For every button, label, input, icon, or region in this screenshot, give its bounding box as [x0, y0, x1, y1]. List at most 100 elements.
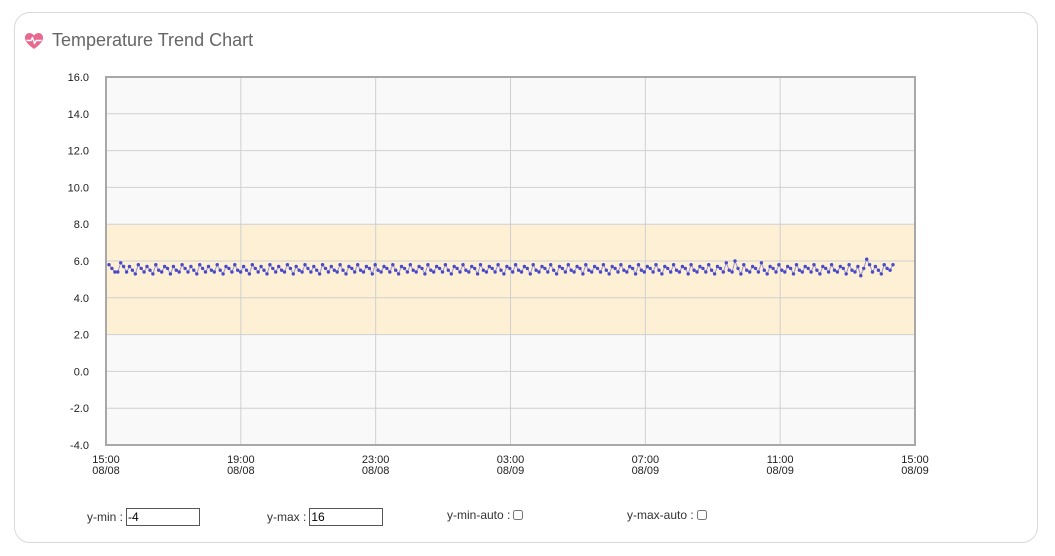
data-point — [876, 268, 881, 272]
data-point — [356, 263, 360, 267]
data-point — [543, 266, 547, 271]
ymax-label: y-max : — [267, 510, 307, 524]
data-point — [619, 263, 623, 267]
data-point — [718, 266, 723, 271]
ymax-input[interactable] — [309, 508, 384, 526]
ymin-auto-checkbox[interactable] — [513, 510, 524, 520]
data-point — [639, 268, 644, 272]
data-point — [151, 272, 155, 276]
data-point — [206, 264, 211, 269]
data-point — [411, 268, 415, 272]
data-point — [133, 272, 137, 276]
data-point — [437, 266, 442, 271]
x-tick-label-date: 08/09 — [766, 465, 794, 477]
data-point — [271, 266, 275, 271]
data-point — [794, 263, 799, 267]
data-point — [165, 266, 170, 271]
data-point — [361, 270, 366, 274]
data-point — [312, 264, 316, 269]
ymin-auto-control: y-min-auto : — [447, 508, 524, 522]
data-point — [189, 264, 193, 269]
ymax-auto-checkbox[interactable] — [696, 510, 707, 520]
data-point — [636, 263, 641, 267]
data-point — [739, 272, 743, 276]
data-point — [236, 268, 240, 272]
data-point — [745, 268, 749, 272]
data-point — [458, 270, 462, 274]
data-point — [402, 266, 407, 271]
data-point — [651, 270, 655, 274]
data-point — [490, 266, 494, 271]
data-point — [358, 268, 363, 272]
data-point — [642, 270, 646, 274]
data-point — [519, 270, 524, 274]
data-point — [338, 263, 342, 267]
data-point — [121, 264, 126, 269]
data-point — [186, 270, 190, 274]
data-point — [244, 268, 249, 272]
data-point — [803, 264, 807, 269]
data-point — [853, 270, 857, 274]
y-tick-label: 8.0 — [74, 219, 89, 231]
data-point — [315, 268, 319, 272]
data-point — [405, 270, 410, 274]
data-point — [446, 268, 450, 272]
data-point — [350, 266, 354, 271]
data-point — [203, 270, 208, 274]
data-point — [622, 268, 626, 272]
ymin-control: y-min : — [87, 508, 200, 526]
axis-controls: y-min : y-max : y-min-auto : y-max-auto … — [15, 508, 1039, 532]
data-point — [142, 270, 146, 274]
data-point — [604, 268, 608, 272]
data-point — [885, 266, 889, 271]
data-point — [127, 264, 132, 269]
data-point — [698, 264, 702, 269]
data-point — [511, 270, 515, 274]
data-point — [721, 270, 725, 274]
data-point — [727, 268, 731, 272]
data-point — [432, 270, 436, 274]
data-point — [259, 264, 263, 269]
chart-card: Temperature Trend Chart 16.0 14.0 12.0 10.0… — [14, 12, 1038, 543]
data-point — [797, 268, 802, 272]
data-point — [633, 272, 638, 276]
y-tick-label: -4.0 — [70, 440, 89, 452]
data-point — [780, 268, 784, 272]
data-point — [353, 270, 357, 274]
data-point — [119, 261, 123, 265]
data-point — [569, 268, 573, 272]
data-point — [616, 270, 620, 274]
data-point — [829, 263, 834, 267]
data-point — [879, 272, 883, 276]
data-point — [250, 263, 254, 267]
data-point — [557, 264, 562, 269]
x-tick-label-date: 08/09 — [632, 465, 660, 477]
data-point — [844, 272, 848, 276]
data-point — [303, 263, 307, 267]
data-point — [212, 270, 216, 274]
data-point — [821, 264, 825, 269]
ymin-input[interactable] — [126, 508, 200, 526]
data-point — [847, 263, 851, 267]
data-point — [233, 263, 237, 267]
data-point — [440, 270, 445, 274]
data-point — [434, 264, 439, 269]
data-point — [572, 270, 576, 274]
data-point — [200, 266, 205, 271]
data-point — [376, 268, 380, 272]
data-point — [399, 264, 404, 269]
data-point — [704, 270, 708, 274]
data-point — [575, 264, 579, 269]
data-point — [786, 264, 790, 269]
data-point — [712, 272, 717, 276]
data-point — [505, 264, 509, 269]
y-tick-label: 16.0 — [68, 72, 89, 84]
data-point — [470, 264, 474, 269]
data-point — [534, 268, 538, 272]
data-point — [862, 266, 866, 271]
data-point — [300, 270, 304, 274]
data-point — [826, 270, 831, 274]
data-point — [598, 270, 603, 274]
temperature-chart: 16.014.012.010.08.06.04.02.00.0-2.0-4.01… — [68, 72, 929, 477]
data-point — [253, 266, 257, 271]
